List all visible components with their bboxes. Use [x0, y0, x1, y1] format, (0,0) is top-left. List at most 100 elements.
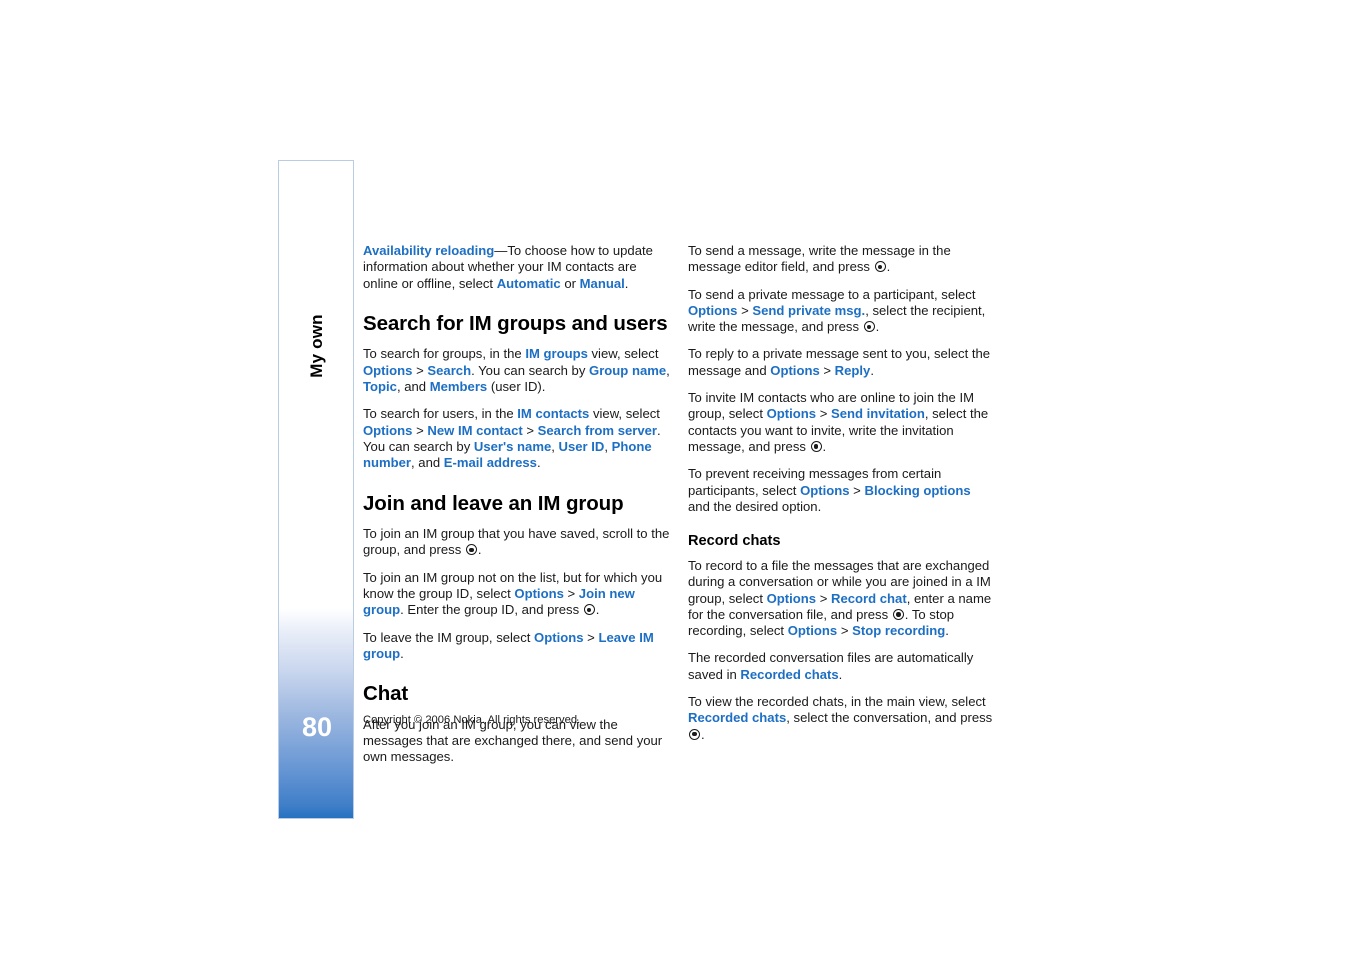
paragraph-auto-save-location: The recorded conversation files are auto…: [688, 650, 995, 683]
text: To send a private message to a participa…: [688, 286, 976, 302]
menu-search-from-server: Search from server: [537, 422, 658, 438]
menu-record-chat: Record chat: [831, 590, 907, 606]
scroll-key-icon: [689, 728, 700, 740]
heading-search-for-im-groups-and-users: Search for IM groups and users: [363, 311, 668, 335]
paragraph-reply-private-message: To reply to a private message sent to yo…: [688, 346, 995, 379]
text: To search for users, in the: [363, 406, 518, 422]
term-availability-reloading: Availability reloading: [363, 243, 495, 258]
scroll-key-icon: [583, 604, 595, 616]
view-im-contacts: IM contacts: [517, 406, 590, 422]
heading-record-chats: Record chats: [688, 533, 781, 550]
text: To send a message, write the message in …: [688, 243, 951, 275]
menu-options: Options: [766, 590, 817, 606]
menu-options: Options: [787, 623, 838, 639]
text: and the desired option.: [688, 498, 822, 514]
field-user-id: User ID: [558, 438, 605, 454]
text: or: [560, 275, 580, 291]
scroll-key-icon: [892, 608, 904, 620]
text: . You can search by: [471, 362, 590, 378]
separator: >: [816, 590, 832, 606]
copyright-notice: Copyright © 2006 Nokia. All rights reser…: [363, 714, 581, 726]
text: .: [870, 362, 874, 378]
separator: >: [816, 406, 832, 422]
scroll-key-icon: [810, 440, 822, 452]
chapter-sidebar-tab: My own 80: [278, 160, 354, 819]
text: .: [400, 645, 404, 661]
text: To leave the IM group, select: [363, 629, 535, 645]
chapter-label: My own: [279, 314, 355, 378]
paragraph-send-private-message: To send a private message to a participa…: [688, 287, 995, 336]
text: . Enter the group ID, and press: [400, 602, 583, 618]
separator: >: [583, 629, 599, 645]
menu-options: Options: [363, 362, 413, 378]
option-manual: Manual: [579, 275, 625, 291]
menu-new-im-contact: New IM contact: [427, 422, 523, 438]
view-im-groups: IM groups: [525, 346, 588, 362]
folder-recorded-chats: Recorded chats: [740, 666, 839, 682]
field-topic: Topic: [363, 379, 397, 395]
paragraph-search-groups: To search for groups, in the IM groups v…: [363, 346, 670, 395]
paragraph-availability-reloading: Availability reloading—To choose how to …: [363, 243, 670, 292]
paragraph-record-chat: To record to a file the messages that ar…: [688, 558, 995, 639]
field-email-address: E-mail address: [443, 455, 537, 471]
menu-options: Options: [363, 422, 413, 438]
menu-options: Options: [800, 482, 850, 498]
text: .: [477, 542, 482, 558]
option-automatic: Automatic: [496, 275, 561, 291]
text: .: [886, 259, 891, 275]
page-number: 80: [301, 712, 333, 742]
separator: >: [412, 362, 428, 378]
separator: >: [819, 362, 835, 378]
text: (user ID).: [487, 379, 546, 395]
menu-blocking-options: Blocking options: [864, 482, 971, 498]
text: ,: [604, 438, 612, 454]
text: ,: [666, 362, 670, 378]
field-members: Members: [429, 379, 488, 395]
paragraph-join-new-group: To join an IM group not on the list, but…: [363, 570, 670, 619]
paragraph-join-saved-group: To join an IM group that you have saved,…: [363, 526, 670, 559]
menu-options: Options: [766, 406, 817, 422]
text: To view the recorded chats, in the main …: [688, 694, 986, 710]
text: .: [624, 275, 629, 291]
menu-send-private-msg: Send private msg.: [752, 302, 866, 318]
text: .: [838, 666, 843, 682]
menu-send-invitation: Send invitation: [831, 406, 925, 422]
paragraph-blocking-options: To prevent receiving messages from certa…: [688, 466, 995, 515]
text: , select the conversation, and press: [786, 710, 993, 726]
field-group-name: Group name: [589, 362, 667, 378]
separator: >: [563, 585, 579, 601]
scroll-key-icon: [863, 321, 875, 333]
separator: >: [837, 623, 853, 639]
scroll-key-icon: [874, 261, 886, 273]
folder-recorded-chats: Recorded chats: [688, 710, 787, 726]
separator: >: [522, 422, 538, 438]
text: .: [595, 602, 600, 618]
menu-options: Options: [688, 302, 738, 318]
separator: >: [737, 302, 753, 318]
menu-options: Options: [534, 629, 584, 645]
paragraph-send-invitation: To invite IM contacts who are online to …: [688, 390, 995, 455]
menu-reply: Reply: [834, 362, 871, 378]
paragraph-send-message: To send a message, write the message in …: [688, 243, 995, 276]
menu-search: Search: [427, 362, 472, 378]
scroll-key-icon: [465, 544, 477, 556]
text: .: [945, 623, 949, 639]
chapter-label-text: My own: [307, 314, 326, 378]
menu-options: Options: [770, 362, 820, 378]
text: .: [875, 319, 880, 335]
menu-options: Options: [514, 585, 564, 601]
separator: >: [849, 482, 865, 498]
text: .: [701, 726, 705, 742]
paragraph-search-users: To search for users, in the IM contacts …: [363, 406, 670, 471]
text: view, select: [589, 406, 660, 422]
left-text-column: Availability reloading—To choose how to …: [363, 243, 670, 777]
text: , and: [396, 379, 430, 395]
heading-chat: Chat: [363, 682, 409, 706]
manual-page: My own 80 Availability reloading—To choo…: [0, 0, 1351, 954]
field-users-name: User's name: [473, 438, 552, 454]
separator: >: [412, 422, 428, 438]
heading-join-and-leave-an-im-group: Join and leave an IM group: [363, 491, 624, 515]
text: To search for groups, in the: [363, 346, 526, 362]
text: view, select: [587, 346, 659, 362]
right-text-column: To send a message, write the message in …: [688, 243, 995, 754]
